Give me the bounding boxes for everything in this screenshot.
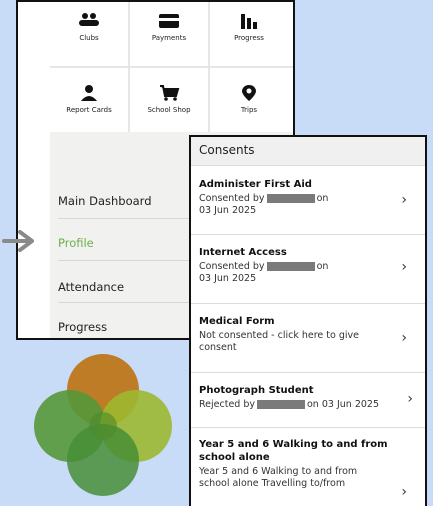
chevron-right-icon: › <box>401 484 407 500</box>
tile-progress[interactable]: Progress <box>210 2 288 66</box>
consent-status: Consented by on 03 Jun 2025 <box>199 261 389 285</box>
consent-status-text: on <box>316 261 329 272</box>
consent-title-line: Year 5 and 6 Walking to and from <box>199 439 388 450</box>
tile-label: Clubs <box>79 34 99 42</box>
consent-status-text: on <box>316 193 329 204</box>
tile-payments[interactable]: Payments <box>130 2 208 66</box>
chevron-right-icon: › <box>407 391 413 407</box>
progress-icon <box>241 14 257 29</box>
tile-label: Payments <box>151 34 187 42</box>
consent-status: Not consented - click here to give conse… <box>199 330 389 354</box>
school-logo <box>34 354 172 496</box>
menu-item-progress[interactable]: Progress <box>58 320 107 334</box>
consent-status-text: school alone Travelling to/from <box>199 478 346 489</box>
consent-title: Medical Form <box>199 316 275 327</box>
consent-item-internet[interactable]: Internet Access Consented by on 03 Jun 20… <box>191 235 425 304</box>
tile-label: School Shop <box>147 106 191 114</box>
tile-trips[interactable]: Trips <box>210 68 288 132</box>
consent-item-walking[interactable]: Year 5 and 6 Walking to and from school … <box>191 428 425 506</box>
consent-status-text: on 03 Jun 2025 <box>307 399 380 410</box>
pointer-arrow-icon <box>2 230 34 252</box>
consent-title: Year 5 and 6 Walking to and from school … <box>199 438 388 464</box>
shop-cart-icon <box>160 85 180 101</box>
consent-status-text: Year 5 and 6 Walking to and from <box>199 466 358 477</box>
chevron-right-icon: › <box>401 259 407 275</box>
tile-school-shop[interactable]: School Shop <box>130 68 208 132</box>
chevron-right-icon: › <box>401 192 407 208</box>
consents-panel: Consents Administer First Aid Consented … <box>189 135 427 506</box>
tile-clubs[interactable]: Clubs <box>50 2 128 66</box>
consent-title-line: school alone <box>199 452 270 463</box>
consent-status-text: consent <box>199 342 237 353</box>
consent-title: Internet Access <box>199 247 287 258</box>
redacted-name <box>266 194 315 203</box>
consent-status-text: Rejected by <box>199 399 255 410</box>
consent-status-text: Consented by <box>199 261 265 272</box>
clubs-icon <box>79 13 99 26</box>
tile-label: Progress <box>234 34 264 42</box>
consent-item-photograph[interactable]: Photograph Student Rejected by on 03 Jun … <box>191 373 425 428</box>
consent-date: 03 Jun 2025 <box>199 205 257 216</box>
consent-status-text: Consented by <box>199 193 265 204</box>
payments-icon <box>159 14 179 28</box>
consent-title: Administer First Aid <box>199 179 312 190</box>
tile-grid: Clubs Payments Progress Report Cards Sch… <box>50 2 293 132</box>
consents-header: Consents <box>191 137 425 166</box>
report-cards-icon <box>81 85 97 101</box>
redacted-name <box>257 400 305 409</box>
consent-title: Photograph Student <box>199 385 314 396</box>
consent-item-first-aid[interactable]: Administer First Aid Consented by on 03 J… <box>191 166 425 235</box>
consent-status: Consented by on 03 Jun 2025 <box>199 193 389 217</box>
consent-status: Rejected by on 03 Jun 2025 <box>199 399 409 411</box>
consent-status-text: Not consented - click here to give <box>199 330 359 341</box>
menu-item-main-dashboard[interactable]: Main Dashboard <box>58 194 152 208</box>
consent-item-medical[interactable]: Medical Form Not consented - click here … <box>191 304 425 373</box>
menu-item-attendance[interactable]: Attendance <box>58 280 124 294</box>
redacted-name <box>266 262 315 271</box>
consent-status: Year 5 and 6 Walking to and from school … <box>199 466 389 490</box>
tile-label: Report Cards <box>66 106 112 114</box>
tile-report-cards[interactable]: Report Cards <box>50 68 128 132</box>
consent-date: 03 Jun 2025 <box>199 273 257 284</box>
location-pin-icon <box>242 85 256 101</box>
chevron-right-icon: › <box>401 330 407 346</box>
tile-label: Trips <box>240 106 258 114</box>
menu-item-profile[interactable]: Profile <box>58 236 94 250</box>
